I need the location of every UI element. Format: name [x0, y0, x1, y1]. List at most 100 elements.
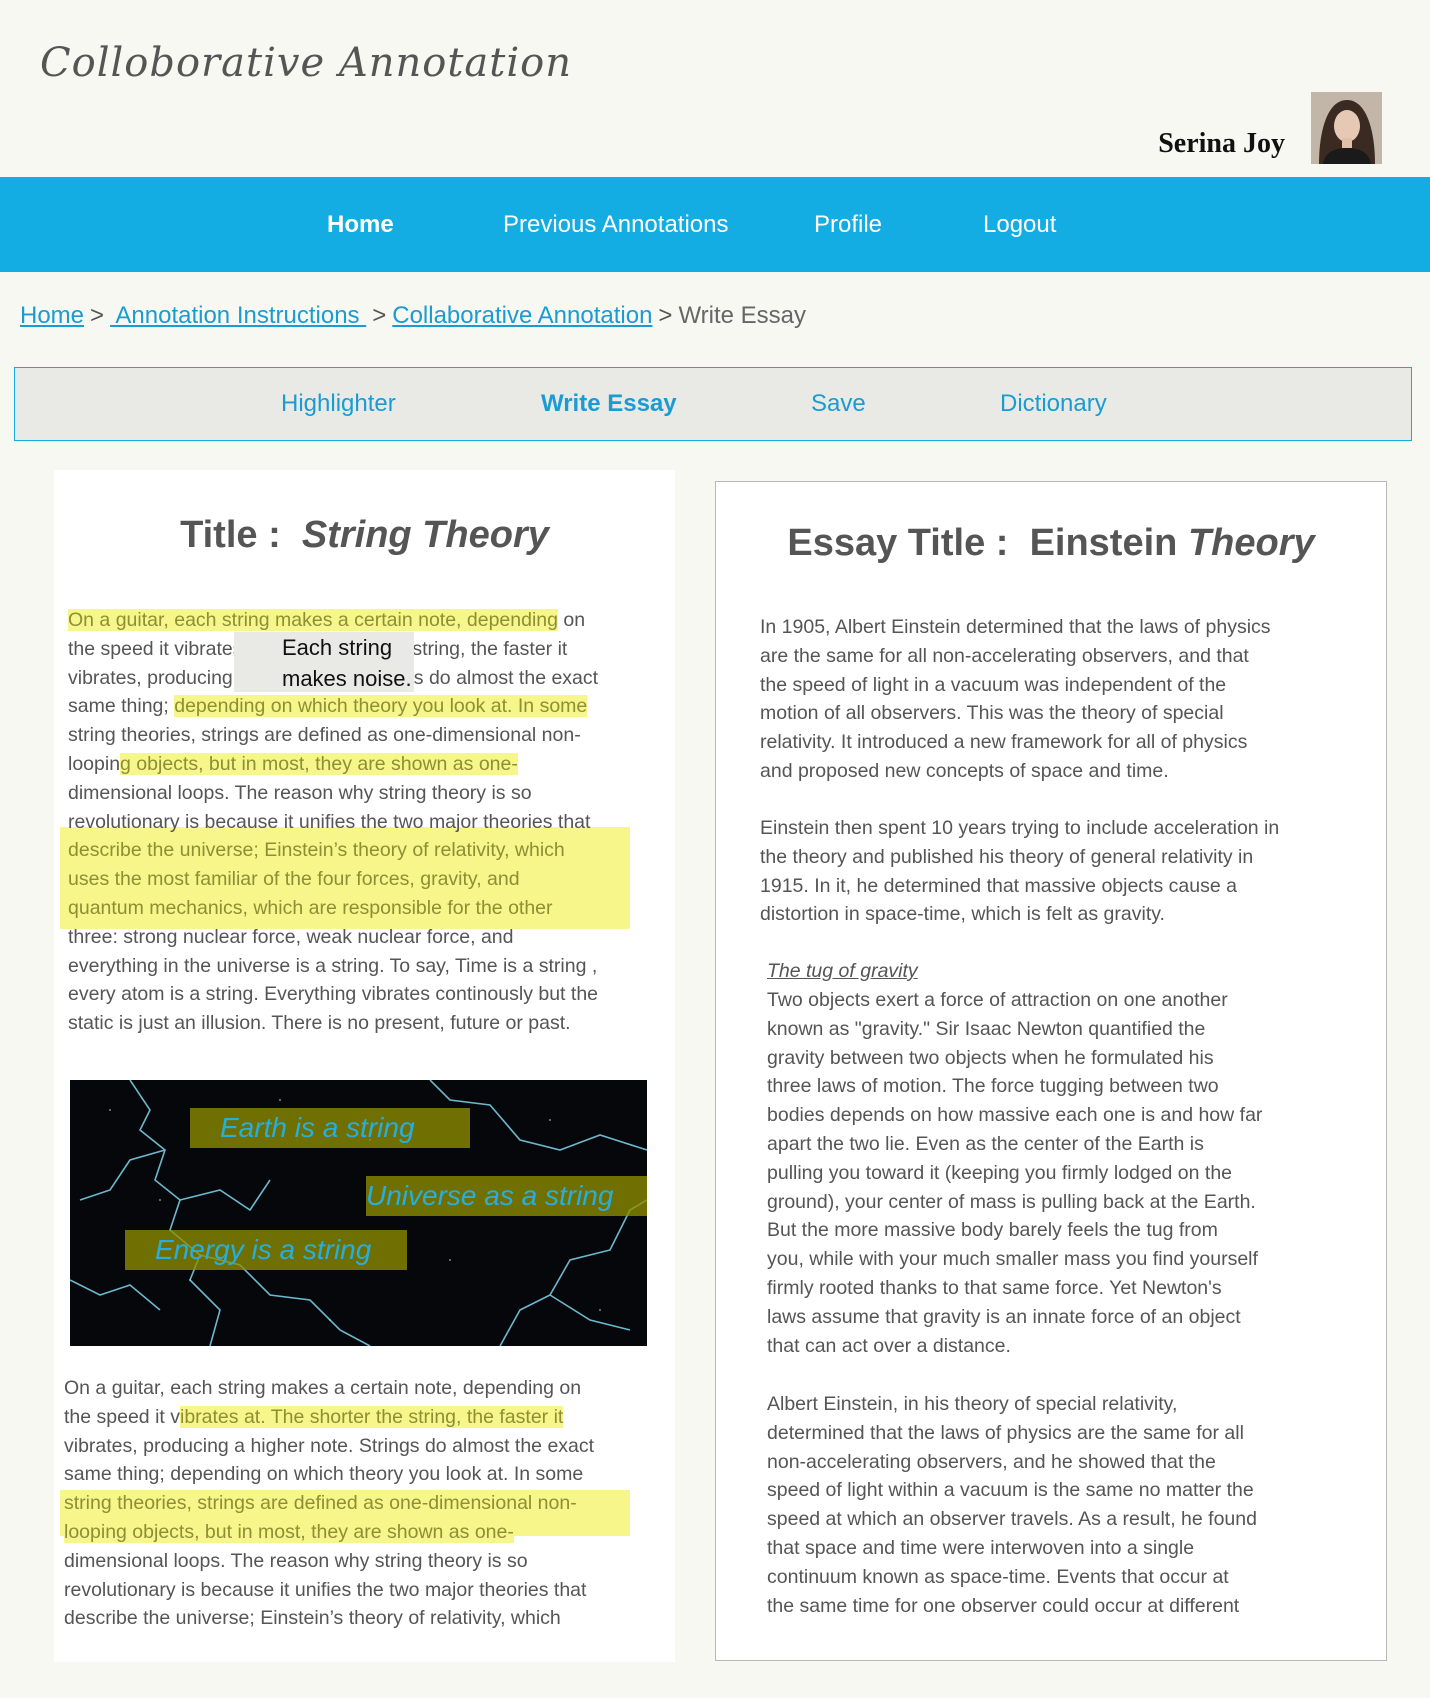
text-line: static is just an illusion. There is no … [68, 1009, 598, 1038]
text-line: gravity between two objects when he form… [767, 1046, 1214, 1069]
annotation-note[interactable]: Each string makes noise. [234, 632, 414, 692]
text-line: the speed of light in a vacuum was indep… [760, 673, 1227, 696]
text-line: the speed it vibrates at. The shorter th… [64, 1403, 594, 1432]
essay-panel: Essay Title : Einstein Theory In 1905, A… [715, 481, 1387, 1661]
text-line: bodies depends on how massive each one i… [767, 1104, 1263, 1127]
highlighted-text[interactable]: On a guitar, each string makes a certain… [68, 609, 558, 631]
text-line: are the same for all non-accelerating ob… [760, 644, 1249, 667]
text-line: known as "gravity." Sir Isaac Newton qua… [767, 1017, 1206, 1040]
text-line: motion of all observers. This was the th… [760, 702, 1224, 725]
highlighted-text[interactable]: g objects, but in most, they are shown a… [120, 752, 518, 775]
highlighted-text[interactable]: looping objects, but in most, they are s… [64, 1520, 514, 1543]
text-line: Albert Einstein, in his theory of specia… [767, 1393, 1178, 1415]
text-line: string theories, strings are defined as … [64, 1489, 594, 1518]
text-line: Two objects exert a force of attraction … [767, 989, 1228, 1011]
text-line: In 1905, Albert Einstein determined that… [760, 616, 1271, 638]
line-text: loopin [68, 752, 121, 775]
source-title-label: Title : [180, 514, 281, 556]
text-line: the theory and published his theory of g… [760, 845, 1254, 868]
breadcrumb: Home > Annotation Instructions > Collabora… [20, 302, 806, 330]
text-line: same thing; depending on which theory yo… [64, 1460, 594, 1489]
highlighted-text[interactable]: quantum mechanics, which are responsible… [68, 896, 553, 919]
text-line: three: strong nuclear force, weak nuclea… [68, 923, 598, 952]
text-line: speed at which an observer travels. As a… [767, 1508, 1257, 1531]
avatar-image [1311, 92, 1382, 164]
line-text: static is just an illusion. There is no … [68, 1012, 571, 1035]
highlighted-text[interactable]: describe the universe; Einstein’s theory… [68, 839, 565, 862]
breadcrumb-separator: > [90, 302, 105, 329]
tool-save[interactable]: Save [811, 368, 866, 440]
user-name: Serina Joy [1158, 128, 1285, 159]
line-text: revolutionary is because it unifies the … [68, 810, 591, 833]
highlighted-text[interactable]: string theories, strings are defined as … [64, 1492, 577, 1515]
source-paragraph-2[interactable]: On a guitar, each string makes a certain… [64, 1374, 594, 1633]
line-text: three: strong nuclear force, weak nuclea… [68, 925, 514, 948]
essay-paragraph-3[interactable]: Two objects exert a force of attraction … [767, 986, 1262, 1360]
essay-subheading: The tug of gravity [767, 960, 918, 982]
essay-paragraph-1[interactable]: In 1905, Albert Einstein determined that… [760, 613, 1271, 786]
text-line: relativity. It introduced a new framewor… [760, 731, 1248, 754]
breadcrumb-annotation-instructions[interactable]: Annotation Instructions [110, 302, 366, 329]
line-text: revolutionary is because it unifies the … [64, 1578, 587, 1601]
string-theory-image: Earth is a string Universe as a string E… [70, 1080, 647, 1346]
annotation-note-line: makes noise. [282, 666, 412, 691]
nav-home[interactable]: Home [327, 177, 394, 272]
breadcrumb-home[interactable]: Home [20, 302, 84, 329]
text-line: non-accelerating observers, and he showe… [767, 1450, 1216, 1473]
line-text: same thing; [68, 695, 175, 718]
source-title-value: String Theory [301, 514, 549, 556]
image-label-universe: Universe as a string [366, 1176, 647, 1216]
line-text: every atom is a string. Everything vibra… [68, 983, 599, 1006]
text-line: distortion in space-time, which is felt … [760, 903, 1165, 926]
text-line: dimensional loops. The reason why string… [68, 779, 598, 808]
tool-dictionary[interactable]: Dictionary [1000, 368, 1107, 440]
highlighted-text[interactable]: ibrates at. The shorter the string, the … [180, 1405, 564, 1428]
breadcrumb-collaborative-annotation[interactable]: Collaborative Annotation [392, 302, 652, 329]
text-line: three laws of motion. The force tugging … [767, 1075, 1219, 1098]
text-line: laws assume that gravity is an innate fo… [767, 1305, 1241, 1328]
app-title: Colloborative Annotation [40, 40, 572, 86]
line-text: the speed it vibra [68, 637, 217, 660]
text-line: string theories, strings are defined as … [68, 721, 598, 750]
line-text: everything in the universe is a string. … [68, 954, 598, 977]
source-document-panel: Title : String Theory On a guitar, each … [54, 470, 675, 1662]
text-line: same thing; depending on which theory yo… [68, 692, 598, 721]
text-line: and proposed new concepts of space and t… [760, 759, 1169, 782]
text-line: vibrates, producing a higher note. Strin… [64, 1432, 594, 1461]
line-text: the speed it v [64, 1405, 180, 1428]
essay-paragraph-4[interactable]: Albert Einstein, in his theory of specia… [767, 1390, 1257, 1620]
text-line: describe the universe; Einstein’s theory… [64, 1604, 594, 1633]
text-line: everything in the universe is a string. … [68, 952, 598, 981]
line-text: describe the universe; Einstein’s theory… [64, 1607, 561, 1630]
nav-profile[interactable]: Profile [814, 177, 882, 272]
text-line: Einstein then spent 10 years trying to i… [760, 817, 1280, 839]
line-text: on [557, 609, 586, 631]
nav-logout[interactable]: Logout [983, 177, 1056, 272]
source-title: Title : String Theory [54, 514, 675, 557]
nav-previous-annotations[interactable]: Previous Annotations [503, 177, 728, 272]
text-line: every atom is a string. Everything vibra… [68, 980, 598, 1009]
text-line: you, while with your much smaller mass y… [767, 1248, 1258, 1271]
text-line: revolutionary is because it unifies the … [68, 808, 598, 837]
image-label-earth: Earth is a string [190, 1108, 470, 1148]
essay-title-label: Essay Title : [787, 522, 1009, 564]
tool-highlighter[interactable]: Highlighter [281, 368, 396, 440]
avatar[interactable] [1311, 92, 1382, 164]
essay-paragraph-2[interactable]: Einstein then spent 10 years trying to i… [760, 814, 1279, 929]
breadcrumb-separator: > [658, 302, 673, 329]
line-text: gs do almost the exact [402, 666, 599, 689]
text-line: describe the universe; Einstein’s theory… [68, 836, 598, 865]
highlighted-text[interactable]: uses the most familiar of the four force… [68, 868, 520, 891]
text-line: revolutionary is because it unifies the … [64, 1576, 594, 1605]
text-line: quantum mechanics, which are responsible… [68, 894, 598, 923]
text-line: apart the two lie. Even as the center of… [767, 1132, 1204, 1155]
text-line: firmly rooted thanks to that same force.… [767, 1276, 1222, 1299]
text-line: looping objects, but in most, they are s… [64, 1518, 594, 1547]
highlighted-text[interactable]: depending on which theory you look at. I… [174, 695, 588, 718]
text-line: continuum known as space-time. Events th… [767, 1565, 1229, 1588]
line-text: same thing; depending on which theory yo… [64, 1463, 584, 1486]
line-text: dimensional loops. The reason why string… [68, 781, 532, 804]
text-line: But the more massive body barely feels t… [767, 1219, 1218, 1242]
tool-write-essay[interactable]: Write Essay [541, 368, 677, 440]
text-line: On a guitar, each string makes a certain… [64, 1374, 594, 1403]
